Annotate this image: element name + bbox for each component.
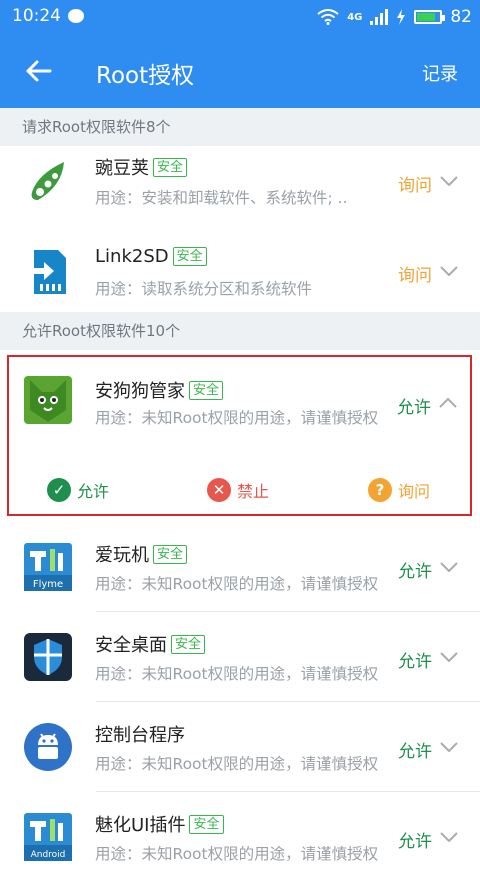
app-name: 豌豆荚 安全: [95, 154, 188, 180]
safe-badge: 安全: [153, 157, 188, 177]
status-indicators: 4G 82: [317, 5, 472, 29]
battery-level: 82: [450, 7, 472, 27]
toolbox-icon: Android: [24, 813, 72, 861]
app-usage: 用途：读取系统分区和系统软件: [95, 280, 313, 298]
app-name: Link2SD 安全: [95, 246, 207, 267]
wifi-icon: [317, 9, 339, 25]
safe-badge: 安全: [189, 380, 224, 400]
app-name: 爱玩机 安全: [95, 541, 188, 567]
list-item-aiwanji[interactable]: Flyme 爱玩机 安全 用途：未知Root权限的用途，请谨慎授权 允许: [0, 522, 480, 612]
chat-notification-icon: [68, 9, 84, 23]
safe-badge: 安全: [171, 634, 206, 654]
safe-badge: 安全: [153, 544, 188, 564]
chevron-down-icon[interactable]: [440, 562, 458, 572]
dog-icon: [24, 376, 72, 424]
permission-status[interactable]: 允许: [398, 647, 432, 672]
app-usage: 用途：安装和卸载软件、系统软件; ..: [95, 189, 348, 207]
app-usage: 用途：未知Root权限的用途，请谨慎授权: [95, 755, 379, 773]
list-item-meihua-ui[interactable]: Android 魅化UI插件 安全 用途：未知Root权限的用途，请谨慎授权 允…: [0, 792, 480, 882]
permission-status[interactable]: 询问: [398, 171, 432, 196]
check-icon: ✓: [47, 478, 71, 502]
close-icon: ✕: [207, 478, 231, 502]
toolbar: Root授权 记录: [0, 34, 480, 108]
section-header-requesting: 请求Root权限软件8个: [0, 108, 480, 146]
app-usage: 用途：未知Root权限的用途，请谨慎授权: [95, 575, 379, 593]
records-button[interactable]: 记录: [422, 60, 458, 86]
chevron-down-icon[interactable]: [440, 176, 458, 186]
network-type: 4G: [347, 11, 363, 23]
deny-option[interactable]: ✕ 禁止: [207, 478, 269, 502]
toolbox-icon: Flyme: [24, 543, 72, 591]
battery-icon: [414, 10, 446, 24]
permission-status[interactable]: 允许: [398, 557, 432, 582]
question-icon: ?: [368, 478, 392, 502]
shield-icon: [24, 633, 72, 681]
permission-status[interactable]: 允许: [398, 827, 432, 852]
list-item-link2sd[interactable]: Link2SD 安全 用途：读取系统分区和系统软件 询问: [0, 224, 480, 314]
status-time: 10:24: [12, 6, 61, 26]
svg-text:Flyme: Flyme: [33, 579, 63, 590]
permission-status[interactable]: 允许: [398, 737, 432, 762]
page-title: Root授权: [96, 63, 195, 89]
allow-option[interactable]: ✓ 允许: [47, 478, 109, 502]
chevron-down-icon[interactable]: [440, 832, 458, 842]
chevron-up-icon[interactable]: [439, 398, 457, 408]
app-name: 魅化UI插件 安全: [95, 811, 224, 837]
svg-text:Android: Android: [31, 850, 66, 860]
permission-status[interactable]: 询问: [398, 261, 432, 286]
list-item-wandoujia[interactable]: 豌豆荚 安全 用途：安装和卸载软件、系统软件; .. 询问: [0, 146, 480, 236]
list-item-angougou-expanded[interactable]: 安狗狗管家 安全 用途：未知Root权限的用途，请谨慎授权 允许 ✓ 允许 ✕ …: [9, 357, 470, 514]
safe-badge: 安全: [189, 814, 224, 834]
status-bar: 10:24 4G 82: [0, 0, 480, 34]
chevron-down-icon[interactable]: [440, 266, 458, 276]
app-usage: 用途：未知Root权限的用途，请谨慎授权: [95, 409, 379, 427]
app-usage: 用途：未知Root权限的用途，请谨慎授权: [95, 665, 379, 683]
list-item-anquan-zhuomian[interactable]: 安全桌面 安全 用途：未知Root权限的用途，请谨慎授权 允许: [0, 612, 480, 702]
safe-badge: 安全: [172, 247, 207, 266]
chevron-down-icon[interactable]: [440, 652, 458, 662]
pea-pod-icon: [24, 156, 72, 204]
signal-icon: [370, 9, 389, 25]
list-item-console[interactable]: 控制台程序 用途：未知Root权限的用途，请谨慎授权 允许: [0, 702, 480, 792]
chevron-down-icon[interactable]: [440, 742, 458, 752]
app-usage: 用途：未知Root权限的用途，请谨慎授权: [95, 845, 379, 863]
back-arrow-icon[interactable]: [22, 54, 56, 88]
ask-option[interactable]: ? 询问: [368, 478, 430, 502]
permission-status[interactable]: 允许: [397, 393, 431, 418]
app-name: 安狗狗管家 安全: [95, 377, 224, 403]
app-name: 安全桌面 安全: [95, 631, 206, 657]
charging-icon: [397, 9, 406, 25]
app-name: 控制台程序: [95, 725, 185, 746]
android-icon: [24, 723, 72, 771]
section-header-allowed: 允许Root权限软件10个: [0, 312, 480, 350]
sd-card-icon: [28, 250, 66, 294]
